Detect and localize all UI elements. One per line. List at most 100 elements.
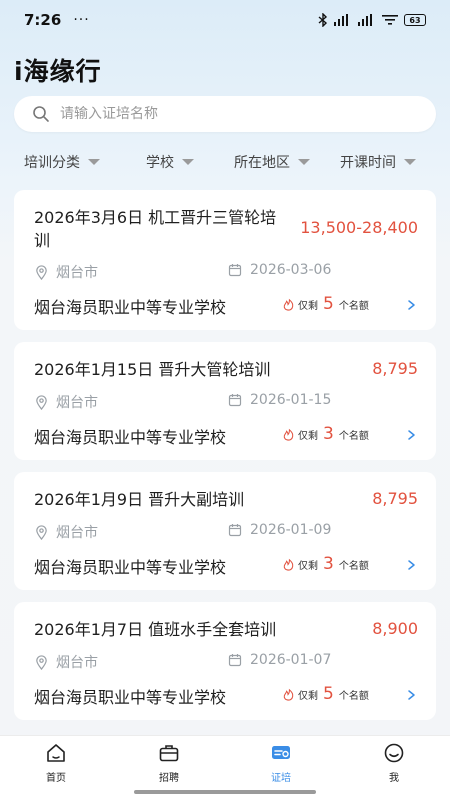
remaining-suffix: 个名额 [338, 690, 369, 702]
course-date: 2026-03-06 [228, 262, 331, 278]
course-card[interactable]: 2026年1月9日 晋升大副培训 8,795 烟台市 2026-01-09 烟台… [14, 472, 436, 590]
course-date-text: 2026-03-06 [250, 262, 332, 278]
course-card[interactable]: 2026年1月7日 值班水手全套培训 8,900 烟台市 2026-01-07 … [14, 602, 436, 720]
filter-label: 学校 [146, 155, 174, 171]
home-indicator[interactable] [134, 790, 316, 794]
tab-certification[interactable]: 证培 [241, 742, 321, 784]
remaining-seats: 仅剩 3 个名额 [282, 554, 369, 574]
course-date: 2026-01-15 [228, 392, 331, 408]
chevron-right-icon[interactable] [404, 298, 418, 312]
calendar-icon [228, 264, 242, 277]
remaining-prefix: 仅剩 [298, 300, 318, 312]
app-title: i海缘行 [14, 57, 102, 86]
search-bar[interactable] [14, 96, 436, 132]
course-date-text: 2026-01-15 [250, 392, 332, 408]
home-icon [47, 744, 65, 762]
remaining-count: 3 [323, 424, 334, 444]
caret-down-icon [182, 159, 194, 165]
remaining-seats: 仅剩 5 个名额 [282, 684, 369, 704]
course-date: 2026-01-07 [228, 652, 331, 668]
remaining-count: 3 [323, 554, 334, 574]
course-school: 烟台海员职业中等专业学校 [34, 558, 227, 577]
tab-home[interactable]: 首页 [16, 742, 96, 784]
status-time: 7:26 [24, 11, 62, 29]
remaining-count: 5 [323, 684, 334, 704]
tab-label: 招聘 [159, 773, 179, 784]
remaining-seats: 仅剩 5 个名额 [282, 294, 369, 314]
course-city: 烟台市 [56, 655, 98, 671]
search-icon [33, 106, 49, 122]
flame-icon [283, 688, 294, 701]
tab-label: 我 [389, 773, 399, 784]
caret-down-icon [404, 159, 416, 165]
location-pin-icon [36, 654, 47, 670]
calendar-icon [228, 394, 242, 407]
course-city: 烟台市 [56, 265, 98, 281]
location-pin-icon [36, 264, 47, 280]
smile-icon [384, 743, 404, 763]
chevron-right-icon[interactable] [404, 428, 418, 442]
course-title: 2026年1月15日 晋升大管轮培训 [34, 360, 271, 379]
calendar-icon [228, 524, 242, 537]
search-input[interactable] [60, 106, 400, 122]
course-location: 烟台市 [34, 652, 98, 672]
course-price: 8,795 [372, 359, 418, 378]
course-date: 2026-01-09 [228, 522, 331, 538]
filter-label: 开课时间 [340, 155, 396, 171]
remaining-seats: 仅剩 3 个名额 [282, 424, 369, 444]
course-location: 烟台市 [34, 262, 98, 282]
course-location: 烟台市 [34, 392, 98, 412]
course-price: 8,900 [372, 619, 418, 638]
flame-icon [283, 428, 294, 441]
course-card[interactable]: 2026年3月6日 机工晋升三管轮培训 13,500-28,400 烟台市 20… [14, 190, 436, 330]
tab-label: 首页 [46, 773, 66, 784]
course-price: 8,795 [372, 489, 418, 508]
course-date-text: 2026-01-09 [250, 522, 332, 538]
flame-icon [283, 298, 294, 311]
filter-label: 所在地区 [234, 155, 290, 171]
remaining-prefix: 仅剩 [298, 560, 318, 572]
remaining-suffix: 个名额 [338, 430, 369, 442]
filter-region[interactable]: 所在地区 [234, 152, 310, 172]
remaining-count: 5 [323, 294, 334, 314]
filter-bar: 培训分类 学校 所在地区 开课时间 [0, 146, 450, 176]
tab-me[interactable]: 我 [354, 742, 434, 784]
course-school: 烟台海员职业中等专业学校 [34, 298, 227, 317]
filter-category[interactable]: 培训分类 [24, 152, 100, 172]
signal-icon [358, 14, 372, 26]
course-school: 烟台海员职业中等专业学校 [34, 688, 227, 707]
remaining-suffix: 个名额 [338, 300, 369, 312]
course-card[interactable]: 2026年1月15日 晋升大管轮培训 8,795 烟台市 2026-01-15 … [14, 342, 436, 460]
calendar-icon [228, 654, 242, 667]
course-title: 2026年1月9日 晋升大副培训 [34, 490, 245, 509]
remaining-prefix: 仅剩 [298, 690, 318, 702]
bluetooth-icon [318, 13, 328, 27]
battery-icon: 63 [404, 14, 426, 26]
caret-down-icon [298, 159, 310, 165]
filter-school[interactable]: 学校 [146, 152, 194, 172]
signal-icon [334, 14, 348, 26]
status-dots: ··· [73, 12, 90, 28]
course-city: 烟台市 [56, 395, 98, 411]
location-pin-icon [36, 394, 47, 410]
caret-down-icon [88, 159, 100, 165]
flame-icon [283, 558, 294, 571]
status-bar: 7:26 ··· 63 [0, 0, 450, 40]
location-pin-icon [36, 524, 47, 540]
tab-recruitment[interactable]: 招聘 [129, 742, 209, 784]
filter-start-time[interactable]: 开课时间 [340, 152, 416, 172]
tab-label: 证培 [271, 773, 291, 784]
course-price: 13,500-28,400 [300, 218, 418, 237]
wifi-icon [382, 15, 398, 25]
course-school: 烟台海员职业中等专业学校 [34, 428, 227, 447]
briefcase-icon [159, 745, 179, 762]
chevron-right-icon[interactable] [404, 558, 418, 572]
certificate-icon [272, 746, 290, 759]
remaining-suffix: 个名额 [338, 560, 369, 572]
filter-label: 培训分类 [24, 155, 80, 171]
course-title: 2026年1月7日 值班水手全套培训 [34, 620, 277, 639]
course-city: 烟台市 [56, 525, 98, 541]
course-location: 烟台市 [34, 522, 98, 542]
chevron-right-icon[interactable] [404, 688, 418, 702]
course-title: 2026年3月6日 机工晋升三管轮培训 [34, 208, 277, 250]
